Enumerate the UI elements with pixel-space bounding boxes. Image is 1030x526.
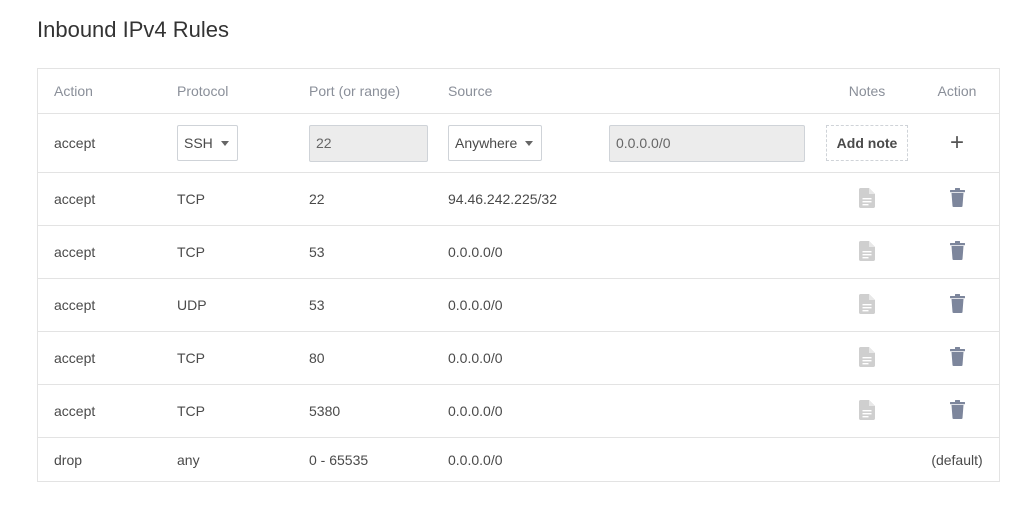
new-rule-action: accept [54, 135, 96, 151]
header-action-2: Action [937, 83, 977, 99]
protocol-select[interactable]: SSH [177, 125, 238, 161]
rule-port: 80 [309, 350, 325, 366]
rule-source: 0.0.0.0/0 [448, 403, 503, 419]
firewall-rules-page: Inbound IPv4 Rules Action Protocol Port … [0, 0, 1030, 526]
trash-icon[interactable] [949, 294, 965, 316]
rule-protocol: TCP [177, 244, 205, 260]
table-row: accept TCP 80 0.0.0.0/0 [38, 332, 999, 385]
default-rule-row: drop any 0 - 65535 0.0.0.0/0 (default) [38, 438, 999, 482]
port-input-value: 22 [316, 135, 332, 151]
rule-port: 53 [309, 297, 325, 313]
header-action: Action [54, 83, 93, 99]
trash-icon[interactable] [949, 347, 965, 369]
add-note-button[interactable]: Add note [825, 125, 909, 161]
table-row: accept TCP 22 94.46.242.225/32 [38, 173, 999, 226]
document-icon[interactable] [859, 187, 875, 211]
rule-source: 0.0.0.0/0 [448, 350, 503, 366]
document-icon[interactable] [859, 293, 875, 317]
header-protocol: Protocol [177, 83, 229, 99]
table-header: Action Protocol Port (or range) Source N… [38, 69, 999, 114]
table-row: accept TCP 5380 0.0.0.0/0 [38, 385, 999, 438]
document-icon[interactable] [859, 399, 875, 423]
header-port: Port (or range) [309, 83, 401, 99]
protocol-select-value: SSH [184, 135, 213, 151]
rule-source: 94.46.242.225/32 [448, 191, 557, 207]
table-row: accept UDP 53 0.0.0.0/0 [38, 279, 999, 332]
default-rule-source: 0.0.0.0/0 [448, 452, 503, 468]
new-rule-row: accept SSH 22 Anywhere 0.0.0.0/0 Add not… [38, 114, 999, 173]
add-rule-button[interactable]: + [950, 131, 964, 155]
rule-action: accept [54, 244, 96, 260]
rule-action: accept [54, 350, 96, 366]
trash-icon[interactable] [949, 188, 965, 210]
page-title: Inbound IPv4 Rules [37, 17, 230, 42]
trash-icon[interactable] [949, 400, 965, 422]
default-rule-label: (default) [931, 452, 983, 468]
source-ip-input[interactable]: 0.0.0.0/0 [609, 124, 805, 162]
rule-protocol: TCP [177, 191, 205, 207]
table-row: accept TCP 53 0.0.0.0/0 [38, 226, 999, 279]
rule-port: 5380 [309, 403, 341, 419]
header-notes: Notes [848, 83, 886, 99]
rule-protocol: TCP [177, 403, 205, 419]
source-ip-input-value: 0.0.0.0/0 [616, 135, 671, 151]
rule-protocol: TCP [177, 350, 205, 366]
chevron-down-icon [525, 140, 534, 146]
rule-action: accept [54, 403, 96, 419]
default-rule-action: drop [54, 452, 83, 468]
header-source: Source [448, 83, 493, 99]
rule-protocol: UDP [177, 297, 207, 313]
default-rule-port: 0 - 65535 [309, 452, 369, 468]
document-icon[interactable] [859, 346, 875, 370]
rule-port: 22 [309, 191, 325, 207]
rule-action: accept [54, 191, 96, 207]
rules-table: Action Protocol Port (or range) Source N… [37, 68, 1000, 482]
rule-source: 0.0.0.0/0 [448, 297, 503, 313]
chevron-down-icon [220, 140, 229, 146]
document-icon[interactable] [859, 240, 875, 264]
rule-source: 0.0.0.0/0 [448, 244, 503, 260]
rule-action: accept [54, 297, 96, 313]
source-select-value: Anywhere [455, 135, 518, 151]
default-rule-protocol: any [177, 452, 200, 468]
source-select[interactable]: Anywhere [448, 125, 543, 161]
trash-icon[interactable] [949, 241, 965, 263]
rule-port: 53 [309, 244, 325, 260]
port-input[interactable]: 22 [309, 124, 428, 162]
